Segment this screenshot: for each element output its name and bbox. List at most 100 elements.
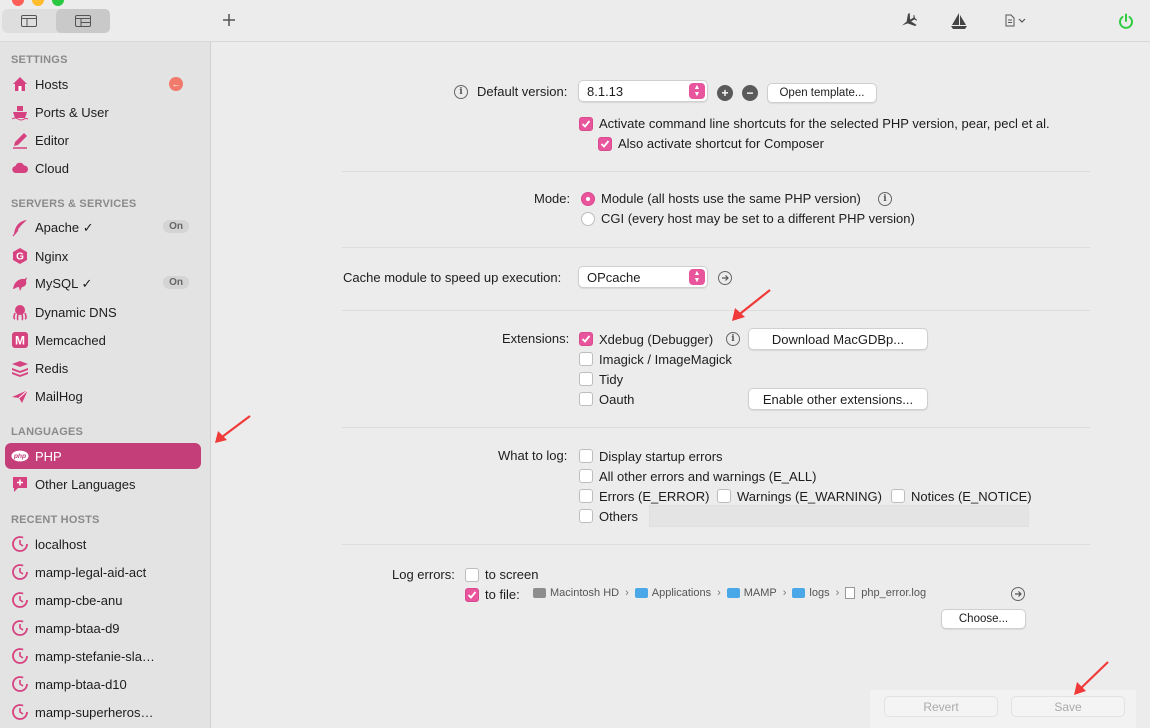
go-arrow-icon[interactable]	[718, 271, 732, 285]
info-icon[interactable]: i	[726, 332, 740, 346]
sidebar-item-recent-host[interactable]: mamp-cbe-anu	[5, 587, 201, 613]
svg-text:M: M	[15, 334, 25, 348]
imagick-checkbox[interactable]	[579, 352, 593, 366]
sidebar-item-mysql[interactable]: MySQL ✓ On	[5, 271, 201, 297]
sidebar-item-label: mamp-stefanie-sla…	[35, 648, 155, 664]
go-arrow-icon[interactable]	[1011, 587, 1025, 601]
divider	[342, 171, 1090, 172]
airplane-button[interactable]	[899, 13, 917, 29]
download-macgdbp-button[interactable]: Download MacGDBp...	[748, 328, 928, 350]
view-toggle	[2, 9, 110, 33]
document-menu-button[interactable]	[1005, 14, 1026, 27]
composer-shortcut-checkbox[interactable]	[598, 137, 612, 151]
imagick-label: Imagick / ImageMagick	[599, 352, 732, 367]
minimize-window-button[interactable]	[32, 0, 44, 6]
zoom-window-button[interactable]	[52, 0, 64, 6]
log-startup-checkbox[interactable]	[579, 449, 593, 463]
enable-other-extensions-button[interactable]: Enable other extensions...	[748, 388, 928, 410]
divider	[342, 544, 1090, 545]
sidebar-item-hosts[interactable]: Hosts ←	[5, 71, 201, 97]
xdebug-checkbox[interactable]	[579, 332, 593, 346]
revert-button[interactable]: Revert	[884, 696, 998, 717]
dolphin-icon	[11, 275, 29, 293]
mode-module-radio[interactable]	[581, 192, 595, 206]
log-others-checkbox[interactable]	[579, 509, 593, 523]
close-window-button[interactable]	[12, 0, 24, 6]
power-button[interactable]	[1118, 13, 1134, 30]
info-icon[interactable]: i	[454, 85, 468, 99]
mode-module-label: Module (all hosts use the same PHP versi…	[601, 191, 861, 206]
choose-log-file-button[interactable]: Choose...	[941, 609, 1026, 629]
chevron-right-icon: ›	[835, 587, 840, 599]
status-badge: On	[163, 220, 189, 233]
checkmark-icon	[600, 140, 610, 148]
add-button[interactable]	[221, 12, 237, 28]
log-warning-label: Warnings (E_WARNING)	[737, 489, 882, 504]
add-version-button[interactable]: +	[717, 85, 733, 101]
cache-module-label: Cache module to speed up execution:	[343, 270, 562, 285]
sidebar-item-cloud[interactable]: Cloud	[5, 155, 201, 181]
sidebar-item-recent-host[interactable]: mamp-btaa-d10	[5, 671, 201, 697]
file-icon	[845, 587, 856, 599]
log-notice-checkbox[interactable]	[891, 489, 905, 503]
svg-text:php: php	[13, 453, 26, 460]
sidebar-item-recent-host[interactable]: mamp-legal-aid-act	[5, 559, 201, 585]
hard-drive-icon	[533, 588, 546, 598]
plus-icon	[223, 14, 235, 26]
php-settings-panel: i Default version: 8.1.13 ▲ ▼ + − Open te…	[212, 42, 1150, 728]
path-segment: logs	[809, 587, 830, 599]
tidy-checkbox[interactable]	[579, 372, 593, 386]
extensions-label: Extensions:	[502, 331, 570, 346]
log-others-field[interactable]	[649, 505, 1029, 527]
sidebar-item-other-languages[interactable]: Other Languages	[5, 471, 201, 497]
log-to-file-checkbox[interactable]	[465, 588, 479, 602]
log-error-checkbox[interactable]	[579, 489, 593, 503]
sidebar-item-apache[interactable]: Apache ✓ On	[5, 215, 201, 241]
log-file-path[interactable]: Macintosh HD › Applications › MAMP › log…	[533, 587, 926, 599]
save-button[interactable]: Save	[1011, 696, 1125, 717]
mode-cgi-radio[interactable]	[581, 212, 595, 226]
hosts-warning-badge: ←	[169, 77, 183, 91]
log-to-file-label: to file:	[485, 587, 520, 602]
log-to-screen-checkbox[interactable]	[465, 568, 479, 582]
php-icon: php	[11, 447, 29, 465]
power-icon	[1119, 13, 1133, 29]
divider	[342, 427, 1090, 428]
sidebar-item-recent-host[interactable]: mamp-superheros…	[5, 699, 201, 725]
sidebar-item-redis[interactable]: Redis	[5, 355, 201, 381]
sidebar-item-mailhog[interactable]: MailHog	[5, 383, 201, 409]
clock-icon	[11, 535, 29, 553]
log-all-checkbox[interactable]	[579, 469, 593, 483]
sidebar-item-recent-host[interactable]: mamp-stefanie-sla…	[5, 643, 201, 669]
sidebar-item-dynamic-dns[interactable]: Dynamic DNS	[5, 299, 201, 325]
remove-version-button[interactable]: −	[742, 85, 758, 101]
single-pane-view-button[interactable]	[2, 9, 56, 33]
sidebar-item-label: PHP	[35, 448, 62, 464]
composer-shortcut-label: Also activate shortcut for Composer	[618, 136, 824, 151]
sidebar-item-nginx[interactable]: G Nginx	[5, 243, 201, 269]
sidebar-item-ports-user[interactable]: Ports & User	[5, 99, 201, 125]
sidebar-item-recent-host[interactable]: mamp-btaa-d9	[5, 615, 201, 641]
split-pane-view-button[interactable]	[56, 9, 110, 33]
oauth-checkbox[interactable]	[579, 392, 593, 406]
divider	[342, 247, 1090, 248]
sailboat-button[interactable]	[950, 12, 968, 30]
cli-shortcuts-checkbox[interactable]	[579, 117, 593, 131]
sidebar-item-editor[interactable]: Editor	[5, 127, 201, 153]
path-segment: Applications	[651, 587, 712, 599]
sidebar-item-php[interactable]: php PHP	[5, 443, 201, 469]
default-version-select[interactable]: 8.1.13 ▲ ▼	[578, 80, 708, 102]
open-template-button[interactable]: Open template...	[767, 83, 877, 103]
path-segment: php_error.log	[861, 587, 927, 599]
log-warning-checkbox[interactable]	[717, 489, 731, 503]
section-title-recent-hosts: RECENT HOSTS	[11, 514, 100, 526]
section-title-languages: LANGUAGES	[11, 426, 84, 438]
sidebar-item-memcached[interactable]: M Memcached	[5, 327, 201, 353]
sidebar-item-label: MySQL ✓	[35, 276, 93, 291]
feather-icon	[11, 219, 29, 237]
info-icon[interactable]: i	[878, 192, 892, 206]
cache-module-value: OPcache	[587, 269, 641, 285]
cache-module-select[interactable]: OPcache ▲ ▼	[578, 266, 708, 288]
log-notice-label: Notices (E_NOTICE)	[911, 489, 1032, 504]
sidebar-item-recent-host[interactable]: localhost	[5, 531, 201, 557]
